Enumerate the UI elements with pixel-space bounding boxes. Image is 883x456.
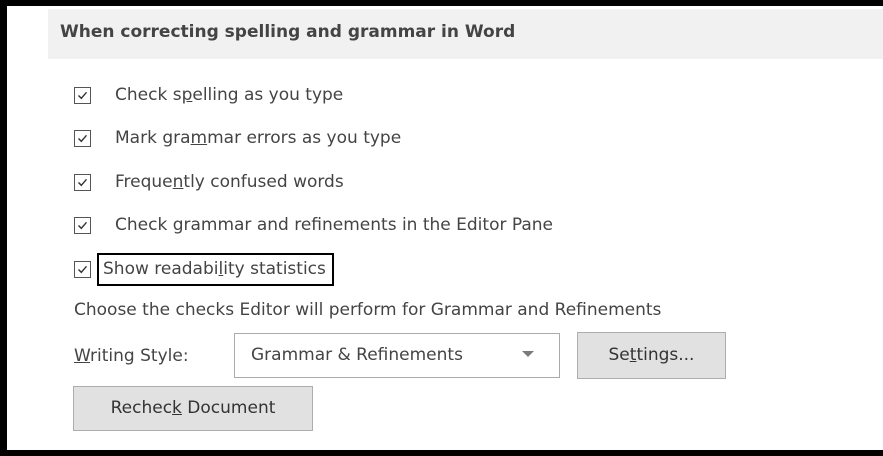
option-label: Frequently confused words [115, 172, 344, 192]
option-readability-statistics[interactable]: Show readability statistics [74, 252, 334, 286]
option-mark-grammar[interactable]: Mark grammar errors as you type [74, 128, 401, 148]
checkbox[interactable] [74, 129, 91, 147]
checkmark-icon [78, 91, 88, 99]
writing-style-dropdown[interactable]: Grammar & Refinements [234, 333, 560, 378]
option-label: Show readability statistics [97, 252, 334, 286]
writing-style-label: Writing Style: [74, 346, 189, 366]
checkbox[interactable] [74, 86, 91, 104]
option-editor-pane[interactable]: Check grammar and refinements in the Edi… [74, 215, 553, 235]
checkbox[interactable] [74, 216, 91, 234]
checkbox[interactable] [74, 260, 91, 278]
chevron-down-icon [522, 351, 534, 357]
checkmark-icon [78, 265, 88, 273]
settings-button[interactable]: Settings... [577, 332, 726, 379]
recheck-document-button[interactable]: Recheck Document [73, 386, 313, 431]
option-label: Mark grammar errors as you type [115, 128, 402, 148]
checkbox[interactable] [74, 173, 91, 191]
option-confused-words[interactable]: Frequently confused words [74, 172, 344, 192]
option-check-spelling[interactable]: Check spelling as you type [74, 85, 343, 105]
checkmark-icon [78, 134, 88, 142]
section-header: When correcting spelling and grammar in … [48, 9, 883, 59]
checkmark-icon [78, 221, 88, 229]
checkmark-icon [78, 178, 88, 186]
option-label: Check spelling as you type [115, 85, 344, 105]
writing-style-value: Grammar & Refinements [251, 345, 463, 365]
editor-checks-caption: Choose the checks Editor will perform fo… [74, 300, 662, 320]
option-label: Check grammar and refinements in the Edi… [115, 215, 554, 235]
